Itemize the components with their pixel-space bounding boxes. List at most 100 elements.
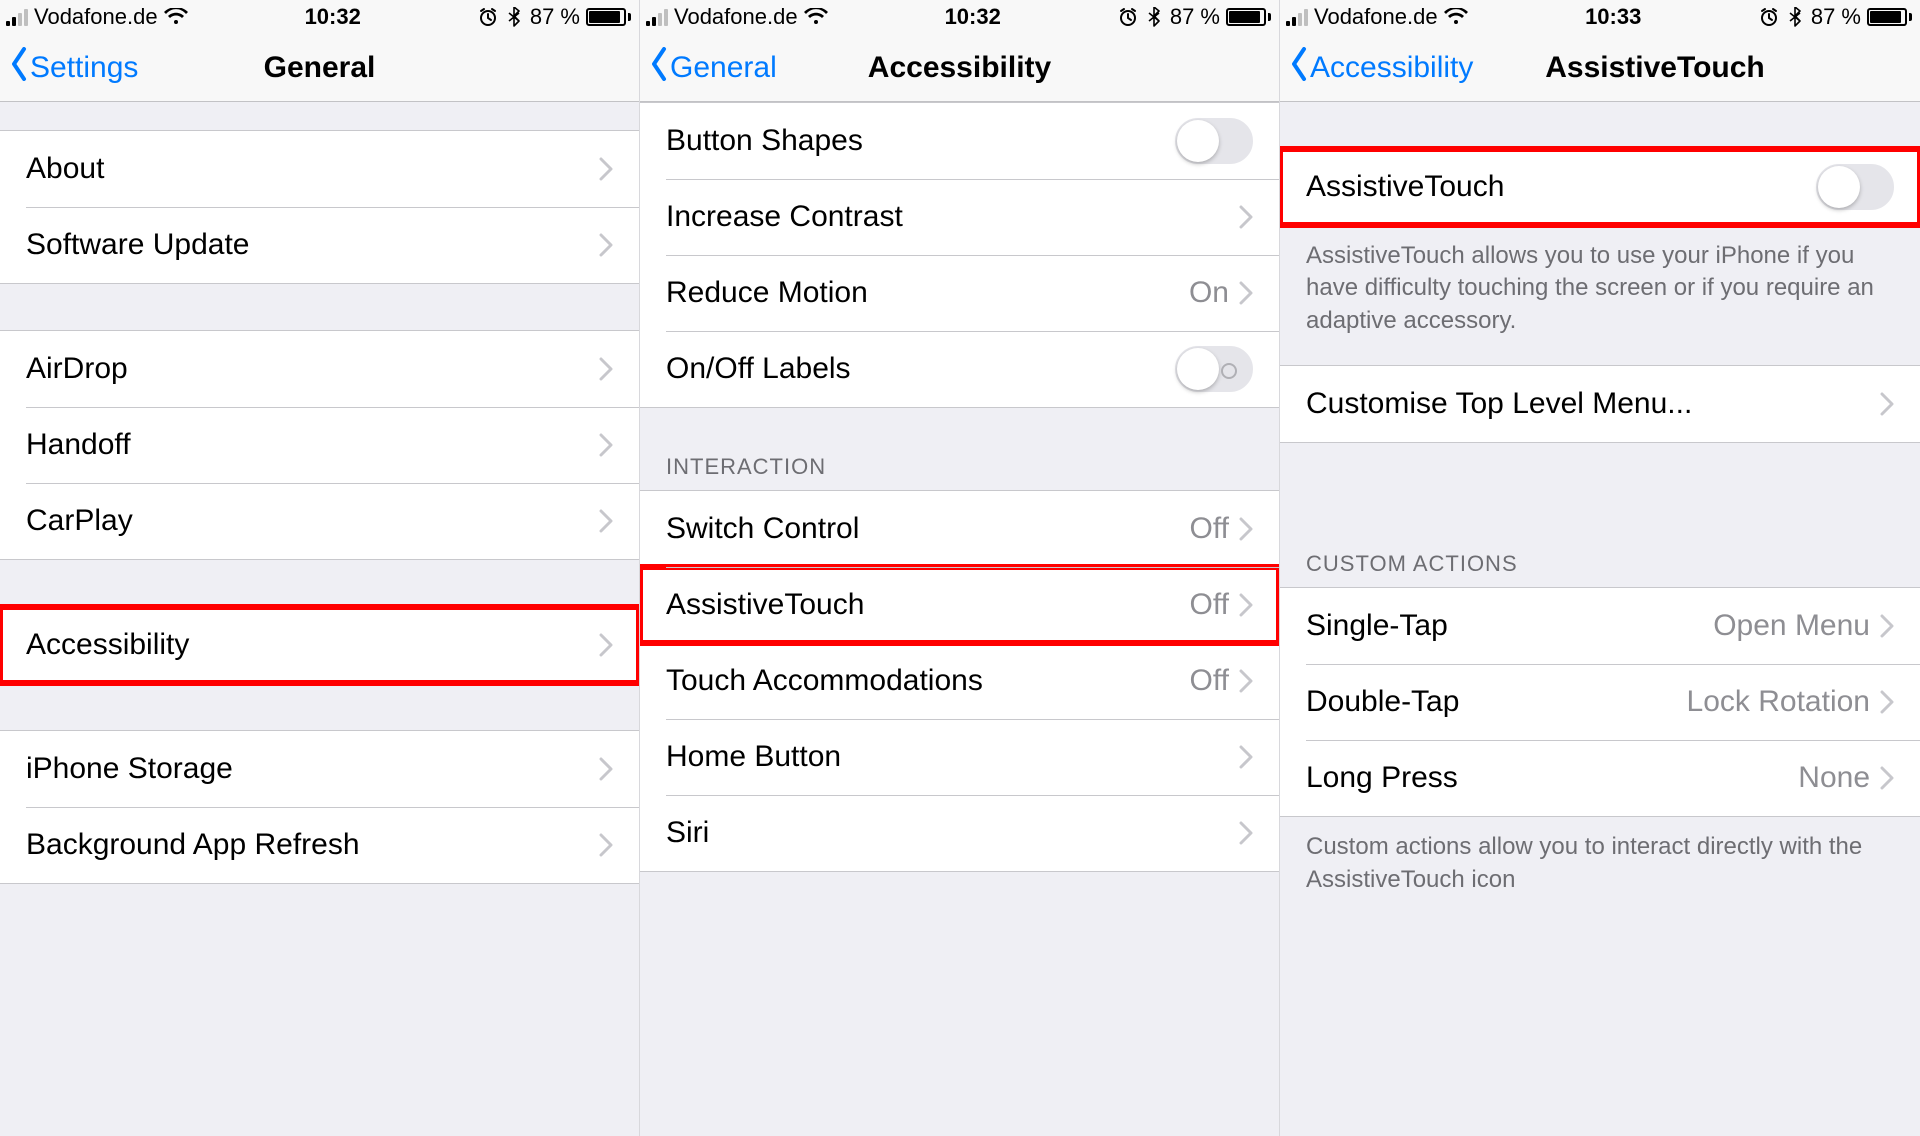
carrier-label: Vodafone.de <box>674 4 798 30</box>
chevron-right-icon <box>1880 766 1894 790</box>
row-value: None <box>1798 761 1870 795</box>
row-value: Open Menu <box>1713 609 1870 643</box>
settings-row[interactable]: Accessibility <box>0 607 639 683</box>
battery-icon <box>1867 8 1912 26</box>
chevron-right-icon <box>599 157 613 181</box>
chevron-right-icon <box>1239 205 1253 229</box>
toggle-switch[interactable] <box>1175 118 1253 164</box>
row-label: iPhone Storage <box>26 752 599 786</box>
content: About Software Update AirDrop Handoff CarPla… <box>0 102 639 1136</box>
chevron-right-icon <box>1239 821 1253 845</box>
row-label: CarPlay <box>26 504 599 538</box>
status-time: 10:32 <box>305 4 361 30</box>
row-label: Siri <box>666 816 1239 850</box>
settings-row[interactable]: Touch AccommodationsOff <box>640 643 1279 719</box>
settings-row[interactable]: Background App Refresh <box>0 807 639 883</box>
settings-row[interactable]: Long PressNone <box>1280 740 1920 816</box>
nav-back-label: Accessibility <box>1310 51 1473 85</box>
spacer <box>1280 443 1920 505</box>
chevron-left-icon <box>650 47 670 89</box>
settings-row[interactable]: AssistiveTouch <box>1280 149 1920 225</box>
settings-row[interactable]: Double-TapLock Rotation <box>1280 664 1920 740</box>
settings-row[interactable]: About <box>0 131 639 207</box>
signal-icon <box>646 8 668 26</box>
settings-row[interactable]: Customise Top Level Menu... <box>1280 366 1920 442</box>
status-time: 10:32 <box>945 4 1001 30</box>
chevron-right-icon <box>1880 614 1894 638</box>
nav-back-button[interactable]: Settings <box>10 47 138 89</box>
wifi-icon <box>804 8 828 26</box>
status-right: 87 % <box>478 4 631 30</box>
nav-back-label: Settings <box>30 51 138 85</box>
settings-row[interactable]: Increase Contrast <box>640 179 1279 255</box>
settings-row[interactable]: Handoff <box>0 407 639 483</box>
row-label: Double-Tap <box>1306 685 1687 719</box>
battery-percent: 87 % <box>1811 4 1861 30</box>
row-label: About <box>26 152 599 186</box>
settings-group: AirDrop Handoff CarPlay <box>0 330 639 560</box>
chevron-left-icon <box>1290 47 1310 89</box>
alarm-icon <box>1759 7 1779 27</box>
row-label: Reduce Motion <box>666 276 1189 310</box>
status-bar: Vodafone.de 10:32 87 % <box>0 0 639 34</box>
toggle-switch[interactable] <box>1816 164 1894 210</box>
settings-group: Single-TapOpen MenuDouble-TapLock Rotati… <box>1280 587 1920 817</box>
spacer <box>0 102 639 130</box>
settings-row[interactable]: On/Off Labels <box>640 331 1279 407</box>
status-left: Vodafone.de <box>6 4 188 30</box>
chevron-right-icon <box>599 633 613 657</box>
chevron-right-icon <box>599 233 613 257</box>
row-label: Button Shapes <box>666 124 1175 158</box>
settings-row[interactable]: Home Button <box>640 719 1279 795</box>
settings-row[interactable]: iPhone Storage <box>0 731 639 807</box>
spacer <box>1280 102 1920 148</box>
settings-row[interactable]: AssistiveTouchOff <box>640 567 1279 643</box>
chevron-right-icon <box>1239 669 1253 693</box>
chevron-right-icon <box>1880 690 1894 714</box>
nav-bar: GeneralAccessibility <box>640 34 1279 102</box>
signal-icon <box>1286 8 1308 26</box>
nav-bar: SettingsGeneral <box>0 34 639 102</box>
settings-row[interactable]: Reduce MotionOn <box>640 255 1279 331</box>
settings-row[interactable]: Siri <box>640 795 1279 871</box>
carrier-label: Vodafone.de <box>1314 4 1438 30</box>
settings-row[interactable]: Single-TapOpen Menu <box>1280 588 1920 664</box>
status-bar: Vodafone.de 10:33 87 % <box>1280 0 1920 34</box>
content: Button Shapes Increase Contrast Reduce Mot… <box>640 102 1279 1136</box>
row-label: Home Button <box>666 740 1239 774</box>
settings-row[interactable]: Switch ControlOff <box>640 491 1279 567</box>
row-label: AssistiveTouch <box>666 588 1190 622</box>
settings-row[interactable]: Button Shapes <box>640 103 1279 179</box>
row-label: AirDrop <box>26 352 599 386</box>
toggle-switch[interactable] <box>1175 346 1253 392</box>
settings-row[interactable]: AirDrop <box>0 331 639 407</box>
group-header: CUSTOM ACTIONS <box>1280 551 1920 587</box>
row-value: On <box>1189 276 1229 310</box>
battery-percent: 87 % <box>1170 4 1220 30</box>
row-label: Software Update <box>26 228 599 262</box>
row-value: Off <box>1190 664 1229 698</box>
row-label: Touch Accommodations <box>666 664 1190 698</box>
bluetooth-icon <box>1144 7 1164 27</box>
settings-row[interactable]: CarPlay <box>0 483 639 559</box>
settings-group: About Software Update <box>0 130 639 284</box>
chevron-right-icon <box>599 833 613 857</box>
wifi-icon <box>1444 8 1468 26</box>
nav-back-button[interactable]: General <box>650 47 777 89</box>
settings-group: Accessibility <box>0 606 639 684</box>
row-label: On/Off Labels <box>666 352 1175 386</box>
chevron-right-icon <box>1239 745 1253 769</box>
settings-group: AssistiveTouch <box>1280 148 1920 226</box>
settings-row[interactable]: Software Update <box>0 207 639 283</box>
row-label: Handoff <box>26 428 599 462</box>
chevron-right-icon <box>1239 517 1253 541</box>
battery-icon <box>1226 8 1271 26</box>
status-time: 10:33 <box>1585 4 1641 30</box>
chevron-left-icon <box>10 47 30 89</box>
battery-percent: 87 % <box>530 4 580 30</box>
row-label: Switch Control <box>666 512 1190 546</box>
nav-back-button[interactable]: Accessibility <box>1290 47 1473 89</box>
screen: Vodafone.de 10:32 87 % GeneralAccessibility… <box>640 0 1280 1136</box>
row-label: Increase Contrast <box>666 200 1239 234</box>
chevron-right-icon <box>599 509 613 533</box>
